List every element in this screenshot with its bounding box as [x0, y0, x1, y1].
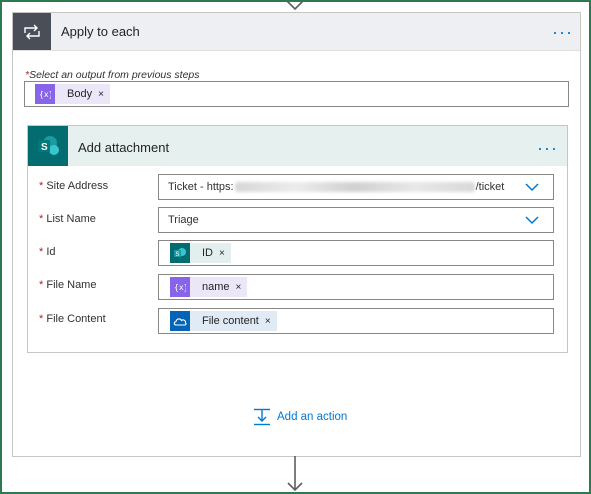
expression-icon: {x}: [35, 84, 55, 104]
site-address-label: * Site Address: [39, 180, 109, 192]
arrow-down-icon: [286, 0, 304, 11]
apply-to-each-header[interactable]: Apply to each ···: [13, 13, 580, 51]
chevron-down-icon[interactable]: [525, 182, 539, 192]
add-step-icon: [254, 408, 270, 426]
file-content-token[interactable]: File content ×: [170, 311, 277, 331]
add-attachment-title: Add attachment: [78, 140, 170, 155]
remove-token-icon[interactable]: ×: [236, 282, 242, 293]
list-name-value: Triage: [168, 214, 199, 226]
file-name-label: * File Name: [39, 279, 97, 291]
add-action-button[interactable]: Add an action: [252, 408, 347, 426]
select-output-label: *Select an output from previous steps: [25, 69, 200, 81]
file-content-field[interactable]: File content ×: [158, 308, 554, 334]
apply-to-each-title: Apply to each: [61, 24, 140, 39]
more-options-icon[interactable]: ···: [537, 139, 558, 157]
add-attachment-card: S Add attachment ··· * Site Address Tick…: [27, 125, 568, 353]
arrow-down-icon: [287, 456, 303, 492]
file-content-label: * File Content: [39, 313, 106, 325]
file-content-token-label: File content: [202, 315, 259, 327]
name-token[interactable]: {x} name ×: [170, 277, 248, 297]
apply-to-each-card: Apply to each ··· *Select an output from…: [12, 12, 581, 457]
list-name-label: * List Name: [39, 213, 96, 225]
onedrive-icon: [170, 311, 190, 331]
body-token-label: Body: [67, 88, 93, 100]
list-name-field[interactable]: Triage: [158, 207, 554, 233]
remove-token-icon[interactable]: ×: [265, 316, 271, 327]
chevron-down-icon[interactable]: [525, 215, 539, 225]
remove-token-icon[interactable]: ×: [219, 248, 225, 259]
svg-text:{x}: {x}: [39, 90, 51, 99]
svg-text:S: S: [176, 252, 180, 258]
svg-text:{x}: {x}: [174, 283, 186, 292]
add-attachment-header[interactable]: S Add attachment ···: [28, 126, 567, 166]
more-options-icon[interactable]: ···: [552, 23, 573, 41]
select-output-input[interactable]: {x} Body ×: [24, 81, 569, 107]
id-token[interactable]: S ID ×: [170, 243, 231, 263]
site-address-value: Ticket - https:/ticket: [168, 181, 505, 193]
svg-text:S: S: [41, 142, 48, 153]
sharepoint-icon: S: [170, 243, 190, 263]
id-token-label: ID: [202, 247, 213, 259]
id-field[interactable]: S ID ×: [158, 240, 554, 266]
name-token-label: name: [202, 281, 230, 293]
expression-icon: {x}: [170, 277, 190, 297]
redacted-url: [234, 182, 475, 193]
add-action-label: Add an action: [277, 411, 348, 423]
site-address-field[interactable]: Ticket - https:/ticket: [158, 174, 554, 200]
file-name-field[interactable]: {x} name ×: [158, 274, 554, 300]
remove-token-icon[interactable]: ×: [98, 89, 104, 100]
loop-icon: [13, 13, 51, 50]
id-label: * Id: [39, 246, 56, 258]
sharepoint-icon: S: [28, 126, 68, 166]
body-token[interactable]: {x} Body ×: [35, 84, 110, 104]
